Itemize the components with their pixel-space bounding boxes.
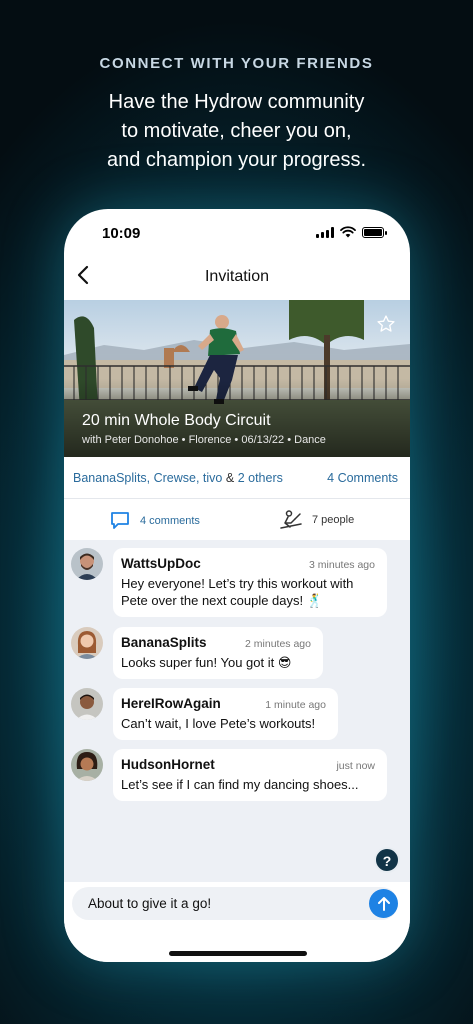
comment-bubble: WattsUpDoc 3 minutes ago Hey everyone! L… — [113, 548, 387, 617]
send-button[interactable] — [369, 889, 398, 918]
comment-time: 2 minutes ago — [245, 638, 311, 650]
workout-subtitle: with Peter Donohoe • Florence • 06/13/22… — [82, 434, 326, 446]
comment-time: 1 minute ago — [265, 699, 326, 711]
avatar[interactable] — [71, 548, 103, 580]
comment-bubble: HereIRowAgain 1 minute ago Can’t wait, I… — [113, 688, 338, 740]
invitation-row: BananaSplits, Crewse, tivo & 2 others 4 … — [64, 457, 410, 499]
avatar[interactable] — [71, 688, 103, 720]
comment-icon — [111, 512, 129, 529]
status-time: 10:09 — [102, 225, 141, 242]
composer — [64, 882, 410, 962]
invitee-names[interactable]: BananaSplits, Crewse, tivo — [73, 471, 222, 485]
invitee-amp: & — [225, 471, 235, 485]
comments-link[interactable]: 4 Comments — [327, 471, 398, 485]
comment-text: Can’t wait, I love Pete’s workouts! — [121, 716, 316, 731]
comment-feed[interactable]: WattsUpDoc 3 minutes ago Hey everyone! L… — [64, 540, 410, 882]
comment-text-line: Pete over the next couple days! 🕺 — [121, 593, 323, 608]
promo-headline: Have the Hydrow community to motivate, c… — [0, 88, 473, 175]
star-outline-icon[interactable] — [376, 314, 396, 334]
workout-title: 20 min Whole Body Circuit — [82, 412, 271, 429]
comments-count: 4 comments — [140, 514, 200, 527]
nav-bar: Invitation — [64, 261, 410, 295]
comment-text: Hey everyone! Let’s try this workout wit… — [121, 575, 377, 609]
comment-bubble: BananaSplits 2 minutes ago Looks super f… — [113, 627, 323, 679]
wifi-icon — [340, 226, 356, 238]
stats-row: 4 comments 7 people — [64, 500, 410, 540]
signal-icon — [316, 226, 334, 238]
people-count: 7 people — [312, 514, 355, 526]
rower-icon — [280, 510, 302, 529]
avatar[interactable] — [71, 627, 103, 659]
phone-frame: 10:09 Invitation 20 min Whole Body Circu… — [64, 209, 410, 962]
promo-tagline: CONNECT WITH YOUR FRIENDS — [99, 55, 374, 72]
arrow-up-icon — [377, 896, 390, 911]
page-title: Invitation — [204, 268, 270, 285]
avatar[interactable] — [71, 749, 103, 781]
invitee-others[interactable]: 2 others — [238, 471, 283, 485]
status-icons — [316, 226, 387, 238]
comment-time: just now — [336, 760, 375, 772]
invitees[interactable]: BananaSplits, Crewse, tivo & 2 others — [73, 471, 283, 485]
comment-text: Looks super fun! You got it 😎 — [121, 655, 292, 670]
people-stat[interactable]: 7 people — [280, 510, 354, 530]
status-bar: 10:09 — [64, 209, 410, 255]
comment-text-line: Hey everyone! Let’s try this workout wit… — [121, 576, 354, 591]
headline-line: to motivate, cheer you on, — [121, 120, 352, 142]
workout-hero[interactable]: 20 min Whole Body Circuit with Peter Don… — [64, 300, 410, 457]
comment-input[interactable] — [72, 887, 398, 920]
headline-line: Have the Hydrow community — [108, 91, 365, 113]
battery-icon — [362, 226, 387, 238]
comment-text: Let’s see if I can find my dancing shoes… — [121, 777, 359, 792]
comments-stat[interactable]: 4 comments — [110, 511, 200, 530]
comment-time: 3 minutes ago — [309, 559, 375, 571]
comment-bubble: HudsonHornet just now Let’s see if I can… — [113, 749, 387, 801]
home-indicator — [169, 951, 307, 956]
headline-line: and champion your progress. — [106, 149, 367, 171]
question-icon[interactable]: ? — [374, 847, 400, 873]
